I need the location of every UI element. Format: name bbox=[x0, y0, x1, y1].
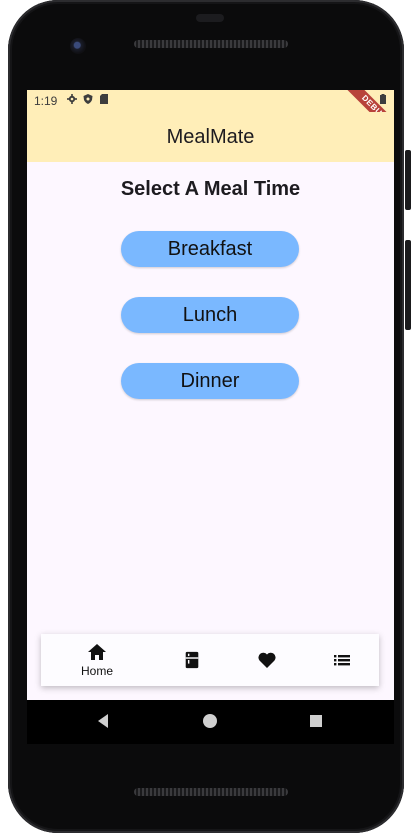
system-navigation-bar bbox=[27, 700, 394, 744]
settings-icon bbox=[67, 94, 77, 104]
shield-icon bbox=[83, 94, 93, 104]
back-icon[interactable] bbox=[95, 713, 111, 729]
fridge-icon bbox=[185, 651, 199, 669]
status-bar: 1:19 bbox=[27, 90, 394, 112]
status-notification-icons bbox=[67, 94, 109, 104]
list-icon bbox=[334, 655, 350, 666]
volume-button bbox=[405, 150, 411, 210]
status-system-icons bbox=[378, 94, 388, 104]
sd-card-icon bbox=[100, 94, 108, 104]
status-time: 1:19 bbox=[34, 94, 58, 108]
power-button bbox=[405, 240, 411, 330]
earpiece-sensor bbox=[196, 14, 224, 22]
top-speaker-grille bbox=[134, 40, 288, 48]
nav-item-favorites[interactable] bbox=[237, 634, 297, 686]
dinner-button[interactable]: Dinner bbox=[121, 363, 299, 399]
app-title: MealMate bbox=[166, 125, 255, 148]
front-camera bbox=[70, 38, 86, 54]
recents-icon[interactable] bbox=[308, 713, 324, 729]
bottom-navigation-bar: Home bbox=[41, 634, 379, 686]
app-screen: 1:19 DEBUG MealMate Select A Meal Time B… bbox=[27, 90, 394, 700]
nav-label-home: Home bbox=[80, 664, 113, 678]
bottom-speaker-grille bbox=[134, 788, 288, 796]
breakfast-button[interactable]: Breakfast bbox=[121, 231, 299, 267]
nav-item-home[interactable]: Home bbox=[67, 634, 127, 686]
phone-device: 1:19 DEBUG MealMate Select A Meal Time B… bbox=[0, 0, 411, 833]
app-bar: MealMate bbox=[27, 112, 394, 162]
heart-icon bbox=[258, 652, 276, 668]
page-heading: Select A Meal Time bbox=[120, 178, 301, 200]
nav-item-list[interactable] bbox=[312, 634, 372, 686]
home-circle-icon[interactable] bbox=[202, 713, 218, 729]
lunch-button[interactable]: Lunch bbox=[121, 297, 299, 333]
nav-item-fridge[interactable] bbox=[162, 634, 222, 686]
home-icon bbox=[88, 644, 106, 660]
battery-icon bbox=[380, 94, 386, 104]
